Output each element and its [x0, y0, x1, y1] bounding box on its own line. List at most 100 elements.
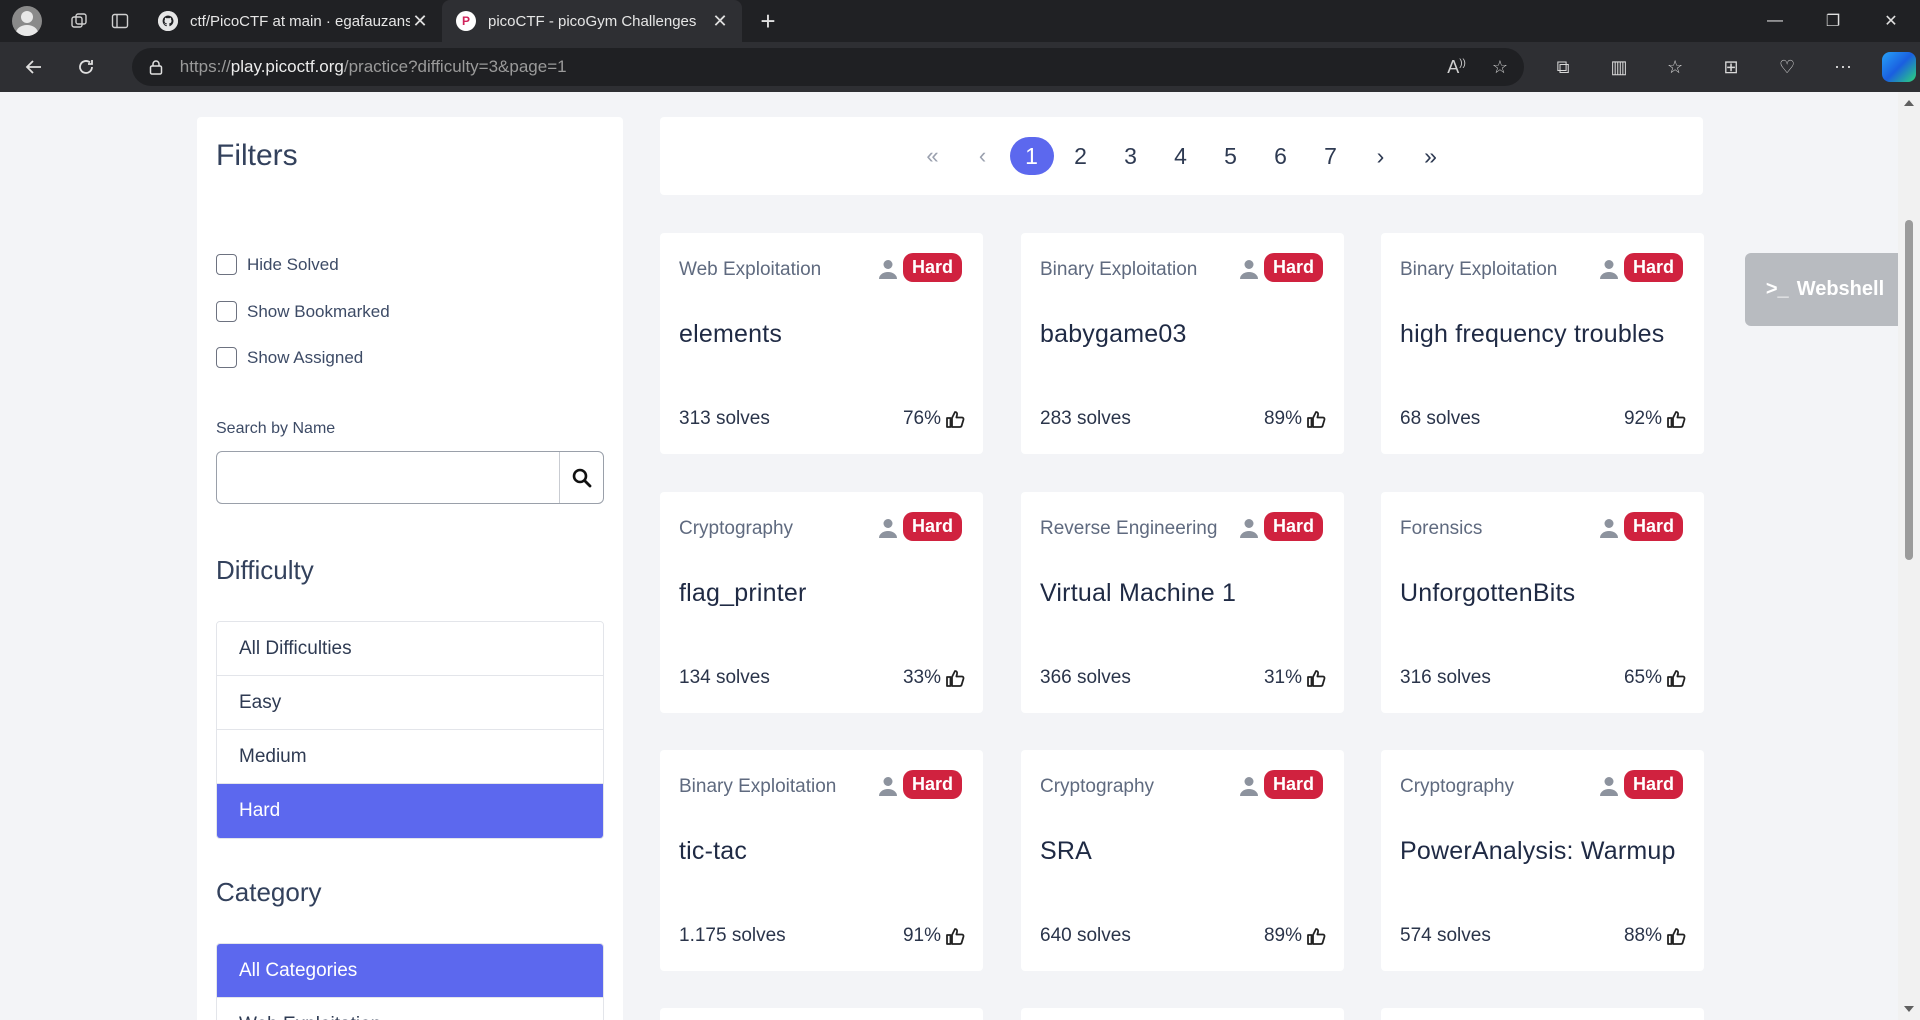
- challenge-card[interactable]: Cryptography Hard flag_printer 134 solve…: [660, 492, 983, 713]
- difficulty-badge: Hard: [1624, 253, 1684, 282]
- search-label: Search by Name: [216, 420, 336, 437]
- challenge-card[interactable]: Web Exploitation Hard elements 313 solve…: [660, 233, 983, 454]
- hide-solved-checkbox[interactable]: Hide Solved: [216, 254, 339, 275]
- favorites-icon[interactable]: ☆: [1654, 47, 1696, 87]
- first-page-button[interactable]: «: [910, 137, 956, 175]
- challenge-card[interactable]: [660, 1008, 983, 1020]
- challenge-category: Forensics: [1400, 518, 1483, 539]
- rating: 65%: [1624, 667, 1686, 689]
- rating-value: 88%: [1623, 925, 1662, 946]
- restore-icon[interactable]: ❐: [1804, 0, 1862, 42]
- terminal-icon: >_: [1765, 278, 1789, 300]
- difficulty-badge: Hard: [1624, 512, 1684, 541]
- workspaces-icon[interactable]: [60, 0, 100, 42]
- close-tab-icon[interactable]: ✕: [410, 11, 430, 32]
- rating: 88%: [1624, 925, 1686, 947]
- page-scrollbar[interactable]: [1898, 92, 1920, 1020]
- split-screen-icon[interactable]: ▥: [1598, 47, 1640, 87]
- tab-actions-icon[interactable]: [100, 0, 140, 42]
- difficulty-badge: Hard: [1624, 770, 1684, 799]
- browser-essentials-icon[interactable]: ♡: [1766, 47, 1808, 87]
- user-icon: [879, 259, 897, 284]
- new-tab-button[interactable]: +: [748, 6, 788, 37]
- prev-page-button[interactable]: ‹: [960, 137, 1006, 175]
- show-bookmarked-checkbox[interactable]: Show Bookmarked: [216, 301, 390, 322]
- challenge-category: Binary Exploitation: [679, 776, 837, 797]
- more-menu-icon[interactable]: ⋯: [1822, 47, 1864, 87]
- tab-title: picoCTF - picoGym Challenges: [488, 12, 697, 30]
- last-page-button[interactable]: »: [1408, 137, 1454, 175]
- thumbs-up-icon: [1667, 670, 1686, 687]
- extensions-icon[interactable]: ⧉: [1542, 47, 1584, 87]
- challenge-name: SRA: [1040, 837, 1093, 865]
- minimize-icon[interactable]: —: [1746, 0, 1804, 42]
- rating: 89%: [1264, 925, 1326, 947]
- category-list: All Categories Web Exploitation: [216, 943, 604, 1020]
- page-2-button[interactable]: 2: [1058, 137, 1104, 175]
- copilot-button[interactable]: [1878, 47, 1920, 87]
- difficulty-item-hard[interactable]: Hard: [217, 784, 603, 838]
- challenge-card[interactable]: Binary Exploitation Hard tic-tac 1.175 s…: [660, 750, 983, 971]
- tab-github[interactable]: ctf/PicoCTF at main · egafauzans/ ✕: [144, 0, 442, 42]
- pagination: « ‹ 1 2 3 4 5 6 7 › »: [660, 117, 1703, 195]
- page-4-button[interactable]: 4: [1158, 137, 1204, 175]
- difficulty-list: All Difficulties Easy Medium Hard: [216, 621, 604, 839]
- tab-picoctf[interactable]: P picoCTF - picoGym Challenges ✕: [442, 0, 742, 42]
- next-page-button[interactable]: ›: [1358, 137, 1404, 175]
- difficulty-item-easy[interactable]: Easy: [217, 676, 603, 730]
- back-button[interactable]: [10, 47, 58, 87]
- page-3-button[interactable]: 3: [1108, 137, 1154, 175]
- checkbox-box[interactable]: [216, 347, 237, 368]
- solve-count: 574 solves: [1400, 925, 1491, 946]
- challenge-card[interactable]: Reverse Engineering Hard Virtual Machine…: [1021, 492, 1344, 713]
- page-7-button[interactable]: 7: [1308, 137, 1354, 175]
- challenge-name: PowerAnalysis: Warmup: [1400, 837, 1676, 865]
- profile-avatar[interactable]: [12, 6, 42, 36]
- category-item-web-exploitation[interactable]: Web Exploitation: [217, 998, 603, 1020]
- checkbox-box[interactable]: [216, 301, 237, 322]
- favorite-star-icon[interactable]: ☆: [1492, 57, 1508, 78]
- search-input[interactable]: [217, 452, 559, 503]
- webshell-button[interactable]: >_ Webshell: [1745, 253, 1898, 326]
- solve-count: 366 solves: [1040, 667, 1131, 688]
- difficulty-item-all[interactable]: All Difficulties: [217, 622, 603, 676]
- difficulty-item-medium[interactable]: Medium: [217, 730, 603, 784]
- challenge-category: Cryptography: [1040, 776, 1155, 797]
- search-icon: [572, 468, 591, 487]
- challenge-card[interactable]: Cryptography Hard SRA 640 solves 89%: [1021, 750, 1344, 971]
- difficulty-heading: Difficulty: [216, 555, 314, 585]
- scroll-down-icon[interactable]: [1904, 1006, 1914, 1012]
- show-assigned-checkbox[interactable]: Show Assigned: [216, 347, 363, 368]
- search-button[interactable]: [559, 452, 603, 503]
- solve-count: 68 solves: [1400, 408, 1481, 429]
- url-prefix: https://: [179, 57, 231, 76]
- page-1-button[interactable]: 1: [1009, 137, 1054, 175]
- user-icon: [879, 518, 897, 543]
- category-item-all[interactable]: All Categories: [217, 944, 603, 998]
- solve-count: 1.175 solves: [679, 925, 786, 946]
- user-icon: [1600, 259, 1618, 284]
- thumbs-up-icon: [946, 411, 965, 428]
- challenge-card[interactable]: Binary Exploitation Hard high frequency …: [1381, 233, 1704, 454]
- challenge-card[interactable]: [1021, 1008, 1344, 1020]
- challenge-card[interactable]: Binary Exploitation Hard babygame03 283 …: [1021, 233, 1344, 454]
- challenge-card[interactable]: Forensics Hard UnforgottenBits 316 solve…: [1381, 492, 1704, 713]
- challenge-card[interactable]: [1381, 1008, 1704, 1020]
- read-aloud-icon[interactable]: A)): [1447, 57, 1466, 78]
- scroll-up-icon[interactable]: [1904, 100, 1914, 106]
- scrollbar-thumb[interactable]: [1905, 220, 1913, 560]
- close-tab-icon[interactable]: ✕: [710, 11, 730, 32]
- page-6-button[interactable]: 6: [1258, 137, 1304, 175]
- address-bar[interactable]: https://play.picoctf.org/practice?diffic…: [131, 48, 1525, 86]
- thumbs-up-icon: [1307, 928, 1326, 945]
- close-window-icon[interactable]: ✕: [1862, 0, 1920, 42]
- collections-icon[interactable]: ⊞: [1710, 47, 1752, 87]
- rating: 92%: [1624, 408, 1686, 430]
- page-5-button[interactable]: 5: [1208, 137, 1254, 175]
- rating: 31%: [1264, 667, 1326, 689]
- challenge-card[interactable]: Cryptography Hard PowerAnalysis: Warmup …: [1381, 750, 1704, 971]
- reload-button[interactable]: [62, 47, 110, 87]
- checkbox-box[interactable]: [216, 254, 237, 275]
- rating-value: 92%: [1623, 408, 1662, 429]
- rating-value: 91%: [902, 925, 941, 946]
